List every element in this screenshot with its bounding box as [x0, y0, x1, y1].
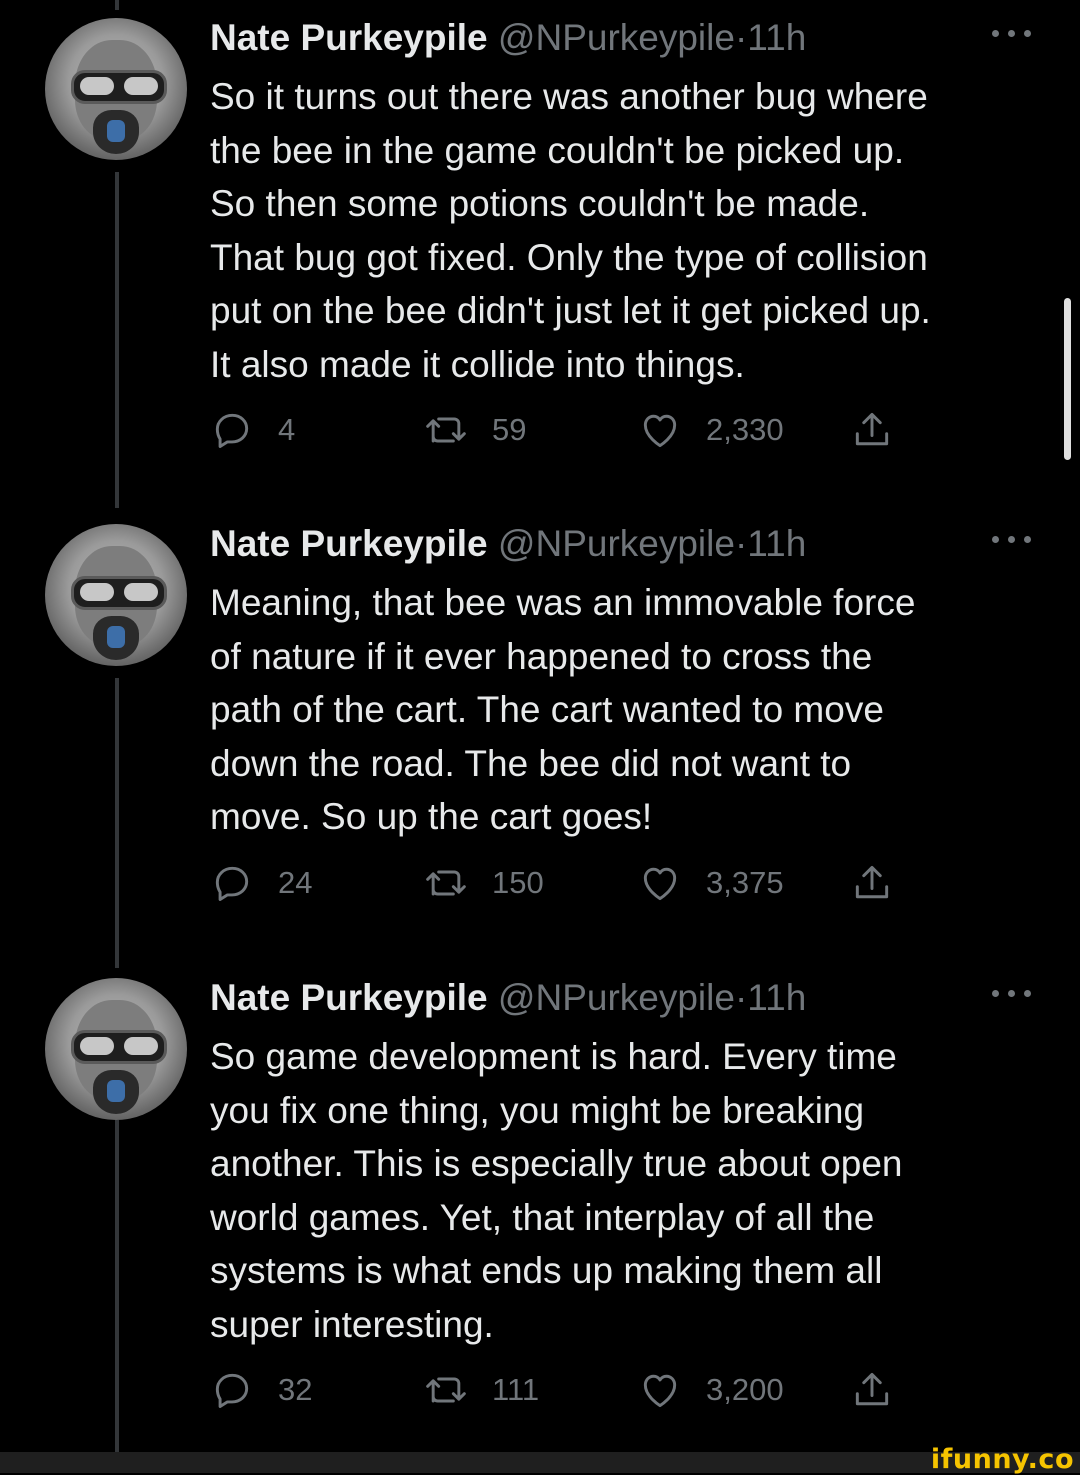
- separator-dot: ·: [734, 17, 748, 58]
- reply-icon: [215, 1373, 249, 1408]
- retweet-button[interactable]: 150: [424, 858, 544, 908]
- user-handle[interactable]: @NPurkeypile: [498, 523, 735, 564]
- share-icon: [855, 412, 889, 446]
- reply-button[interactable]: 24: [210, 858, 312, 908]
- share-icon: [855, 865, 889, 899]
- footer-bar: [0, 1452, 1080, 1473]
- tweet-text: So game development is hard. Every time …: [210, 1036, 903, 1345]
- like-button[interactable]: 2,330: [638, 405, 784, 455]
- like-button[interactable]: 3,375: [638, 858, 784, 908]
- more-icon[interactable]: [990, 528, 1034, 548]
- like-count: 2,330: [706, 412, 784, 447]
- heart-icon: [643, 414, 677, 448]
- retweet-icon: [426, 417, 466, 443]
- tweet-actions: 4 59 2,330: [210, 405, 930, 455]
- display-name[interactable]: Nate Purkeypile: [210, 523, 488, 564]
- timestamp[interactable]: 11h: [747, 523, 806, 564]
- reply-button[interactable]: 32: [210, 1365, 312, 1415]
- share-icon: [855, 1372, 889, 1406]
- heart-icon: [643, 1374, 677, 1408]
- separator-dot: ·: [734, 977, 748, 1018]
- watermark-logo: ifunny.co: [930, 1444, 1074, 1475]
- like-count: 3,200: [706, 1372, 784, 1407]
- retweet-count: 59: [492, 412, 527, 447]
- separator-dot: ·: [734, 523, 748, 564]
- reply-button[interactable]: 4: [210, 405, 295, 455]
- reply-icon: [215, 413, 249, 448]
- tweet-header: Nate Purkeypile @NPurkeypile·11h: [210, 976, 806, 1020]
- retweet-count: 150: [492, 865, 544, 900]
- reply-icon: [215, 866, 249, 901]
- more-icon[interactable]: [990, 982, 1034, 1002]
- timestamp[interactable]: 11h: [747, 977, 806, 1018]
- retweet-icon: [426, 870, 466, 896]
- reply-count: 4: [278, 412, 296, 447]
- retweet-count: 111: [492, 1372, 540, 1407]
- tweet-actions: 24 150 3,375: [210, 858, 930, 908]
- tweet[interactable]: Nate Purkeypile @NPurkeypile·11h So game…: [0, 960, 1080, 1440]
- more-icon[interactable]: [990, 22, 1034, 42]
- like-button[interactable]: 3,200: [638, 1365, 784, 1415]
- tweet[interactable]: Nate Purkeypile @NPurkeypile·11h So it t…: [0, 0, 1080, 480]
- tweet-actions: 32 111 3,200: [210, 1365, 930, 1415]
- tweet-header: Nate Purkeypile @NPurkeypile·11h: [210, 16, 806, 60]
- display-name[interactable]: Nate Purkeypile: [210, 977, 488, 1018]
- avatar[interactable]: [45, 18, 187, 160]
- timestamp[interactable]: 11h: [747, 17, 806, 58]
- retweet-button[interactable]: 111: [424, 1365, 539, 1415]
- heart-icon: [643, 867, 677, 901]
- like-count: 3,375: [706, 865, 784, 900]
- user-handle[interactable]: @NPurkeypile: [498, 977, 735, 1018]
- avatar[interactable]: [45, 524, 187, 666]
- tweet[interactable]: Nate Purkeypile @NPurkeypile·11h Meaning…: [0, 506, 1080, 946]
- share-button[interactable]: [850, 405, 894, 455]
- user-handle[interactable]: @NPurkeypile: [498, 17, 735, 58]
- tweet-header: Nate Purkeypile @NPurkeypile·11h: [210, 522, 806, 566]
- reply-count: 24: [278, 865, 313, 900]
- share-button[interactable]: [850, 1365, 894, 1415]
- scrollbar[interactable]: [1064, 298, 1071, 460]
- tweet-text: So it turns out there was another bug wh…: [210, 76, 931, 385]
- avatar[interactable]: [45, 978, 187, 1120]
- display-name[interactable]: Nate Purkeypile: [210, 17, 488, 58]
- retweet-icon: [426, 1377, 466, 1403]
- retweet-button[interactable]: 59: [424, 405, 526, 455]
- reply-count: 32: [278, 1372, 313, 1407]
- tweet-text: Meaning, that bee was an immovable force…: [210, 582, 916, 837]
- share-button[interactable]: [850, 858, 894, 908]
